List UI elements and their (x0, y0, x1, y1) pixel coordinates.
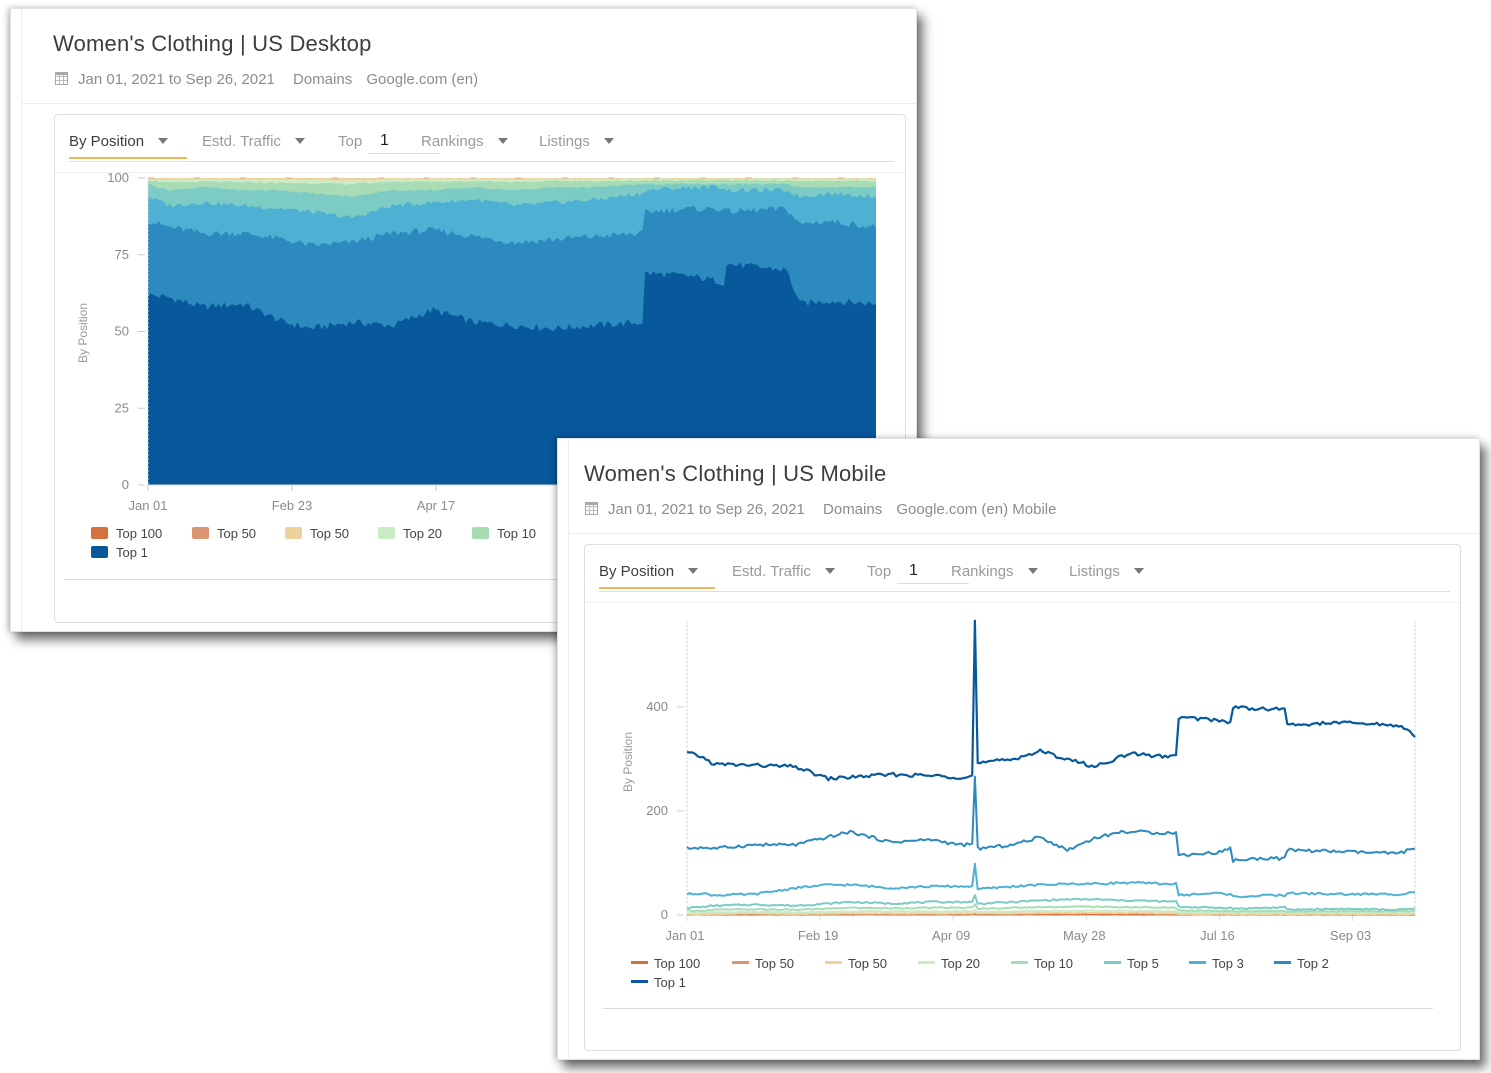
line-top-3 (686, 862, 1416, 899)
legend-item[interactable]: Top 3 (1189, 956, 1244, 971)
legend-label: Top 20 (403, 526, 443, 541)
x-tick-label: Apr 17 (417, 498, 455, 513)
legend-line-swatch (631, 980, 648, 983)
x-tick-label: Jan 01 (128, 498, 167, 513)
mobile-legend-divider (603, 1008, 1433, 1009)
legend-label: Top 3 (1212, 956, 1244, 971)
legend-label: Top 50 (755, 956, 795, 971)
legend-label: Top 50 (310, 526, 350, 541)
legend-item[interactable]: Top 100 (91, 526, 162, 541)
y-tick-label: 0 (122, 477, 129, 492)
x-tick-label: Jul 16 (1200, 928, 1235, 943)
legend-item[interactable]: Top 10 (472, 526, 536, 541)
y-axis-title: By Position (621, 732, 635, 792)
line-top-5 (686, 894, 1416, 912)
legend-swatch (91, 546, 108, 558)
y-axis-title: By Position (76, 303, 90, 363)
y-tick-label: 75 (115, 247, 129, 262)
legend-label: Top 50 (217, 526, 257, 541)
legend-label: Top 10 (497, 526, 537, 541)
y-tick-label: 0 (661, 907, 668, 922)
x-tick-label: Apr 09 (932, 928, 970, 943)
x-tick-label: Jan 01 (665, 928, 704, 943)
legend-line-swatch (732, 961, 749, 964)
legend-item[interactable]: Top 2 (1274, 956, 1329, 971)
legend-item[interactable]: Top 50 (825, 956, 887, 971)
line-top-2 (686, 775, 1416, 863)
legend-line-swatch (631, 961, 648, 964)
legend-label: Top 100 (654, 956, 701, 971)
line-top-1 (686, 619, 1416, 782)
legend-line-swatch (825, 961, 842, 964)
legend-swatch (378, 527, 395, 539)
legend-swatch (192, 527, 209, 539)
y-tick-label: 100 (107, 170, 129, 185)
legend-item[interactable]: Top 1 (91, 545, 148, 560)
legend-item[interactable]: Top 5 (1104, 956, 1159, 971)
x-tick-label: Feb 23 (272, 498, 312, 513)
legend-line-swatch (1189, 961, 1206, 964)
legend-item[interactable]: Top 20 (378, 526, 442, 541)
mobile-legend: Top 100 Top 50 Top 50 Top 20 Top 10 Top 5 Top … (631, 956, 1431, 996)
legend-item[interactable]: Top 50 (285, 526, 349, 541)
y-tick-label: 25 (115, 400, 129, 415)
legend-label: Top 10 (1034, 956, 1074, 971)
y-tick-label: 50 (115, 324, 129, 339)
legend-label: Top 50 (848, 956, 888, 971)
legend-label: Top 1 (654, 975, 686, 990)
legend-line-swatch (1274, 961, 1291, 964)
legend-item[interactable]: Top 20 (918, 956, 980, 971)
x-tick-label: Sep 03 (1330, 928, 1371, 943)
legend-label: Top 20 (941, 956, 981, 971)
y-tick-label: 200 (646, 803, 668, 818)
legend-swatch (472, 527, 489, 539)
legend-label: Top 5 (1127, 956, 1159, 971)
y-tick-label: 400 (646, 699, 668, 714)
legend-item[interactable]: Top 50 (732, 956, 794, 971)
legend-line-swatch (1011, 961, 1028, 964)
legend-item[interactable]: Top 50 (192, 526, 256, 541)
legend-line-swatch (918, 961, 935, 964)
legend-item[interactable]: Top 10 (1011, 956, 1073, 971)
legend-label: Top 1 (116, 545, 148, 560)
mobile-series-lines (686, 619, 1416, 916)
legend-label: Top 2 (1297, 956, 1329, 971)
legend-line-swatch (1104, 961, 1121, 964)
legend-item[interactable]: Top 1 (631, 975, 686, 990)
legend-item[interactable]: Top 100 (631, 956, 700, 971)
legend-swatch (91, 527, 108, 539)
legend-label: Top 100 (116, 526, 163, 541)
x-tick-label: May 28 (1063, 928, 1106, 943)
mobile-card: Women's Clothing | US Mobile Jan 01, 202… (557, 438, 1480, 1060)
x-tick-label: Feb 19 (798, 928, 838, 943)
legend-swatch (285, 527, 302, 539)
